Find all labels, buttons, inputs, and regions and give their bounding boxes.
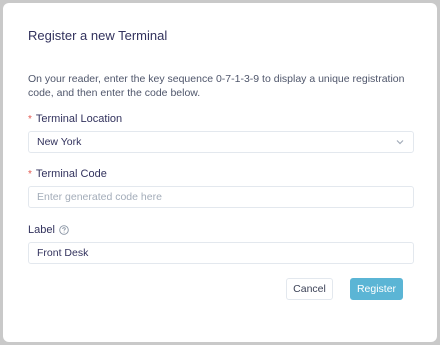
- label-field-label: Label: [28, 224, 69, 236]
- register-terminal-dialog: Register a new Terminal On your reader, …: [3, 3, 437, 342]
- label-input[interactable]: [28, 242, 414, 264]
- terminal-location-label-text: Terminal Location: [35, 113, 123, 125]
- terminal-code-input[interactable]: [28, 186, 414, 208]
- chevron-down-icon: [396, 140, 404, 145]
- terminal-code-label-text: Terminal Code: [35, 168, 107, 180]
- terminal-location-label: * Terminal Location: [28, 113, 122, 125]
- dialog-title: Register a new Terminal: [28, 28, 168, 43]
- required-mark: *: [28, 113, 32, 125]
- terminal-location-select[interactable]: New York: [28, 131, 414, 153]
- label-field-label-text: Label: [28, 224, 55, 236]
- required-mark: *: [28, 168, 32, 180]
- help-icon[interactable]: [59, 225, 69, 235]
- cancel-button[interactable]: Cancel: [286, 278, 333, 300]
- terminal-location-value: New York: [37, 136, 82, 148]
- terminal-code-label: * Terminal Code: [28, 168, 107, 180]
- dialog-description: On your reader, enter the key sequence 0…: [28, 73, 405, 99]
- register-button[interactable]: Register: [350, 278, 403, 300]
